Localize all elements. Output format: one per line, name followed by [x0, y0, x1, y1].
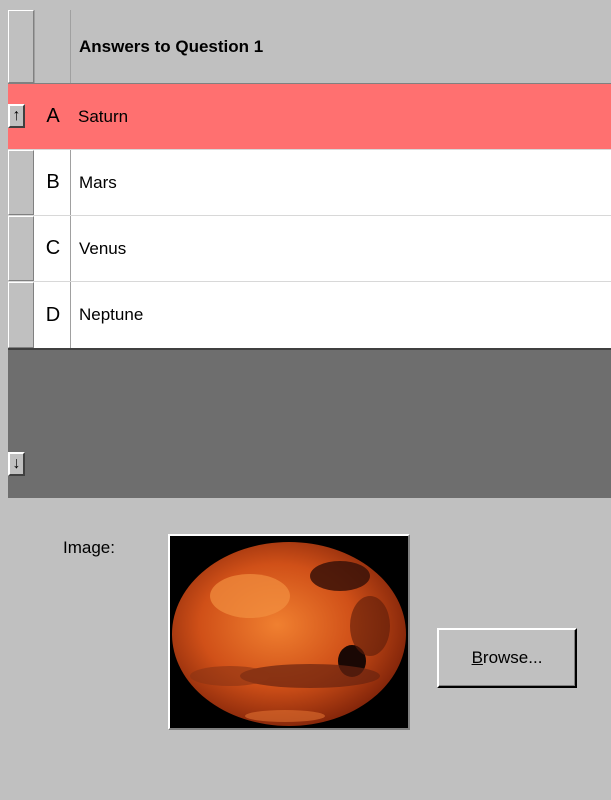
column-header-answers: Answers to Question 1 [70, 10, 611, 83]
header-letter-cell [34, 10, 70, 83]
answer-letter: A [46, 105, 60, 127]
up-arrow-icon: ↑ [12, 107, 21, 124]
move-down-button[interactable]: ↓ [8, 452, 25, 476]
answer-letter: D [45, 303, 61, 326]
row-selector[interactable] [8, 150, 34, 215]
browse-button-label: Browse... [471, 648, 543, 667]
image-frame [168, 534, 410, 730]
table-row[interactable]: B Mars [8, 150, 611, 216]
down-arrow-icon: ↓ [12, 455, 21, 472]
grid-empty-area [8, 350, 611, 498]
answer-letter: C [45, 237, 61, 259]
header-corner-cell [8, 10, 34, 83]
image-label: Image: [63, 538, 115, 557]
answer-text[interactable]: Mars [70, 150, 611, 215]
answer-text[interactable]: Venus [70, 216, 611, 281]
row-selector[interactable] [8, 282, 34, 348]
mars-planet-image [172, 542, 406, 726]
move-up-button[interactable]: ↑ [8, 104, 25, 128]
table-row[interactable]: C Venus [8, 216, 611, 282]
table-row[interactable]: A Saturn [8, 84, 611, 150]
browse-button[interactable]: Browse... [437, 628, 577, 688]
panel-divider [0, 0, 8, 800]
grid-header-row: Answers to Question 1 [8, 10, 611, 84]
table-row[interactable]: D Neptune [8, 282, 611, 350]
answer-text[interactable]: Saturn [70, 84, 611, 149]
answers-grid: Answers to Question 1 A Saturn B Mars C … [8, 10, 611, 350]
answer-text[interactable]: Neptune [70, 282, 611, 348]
row-selector[interactable] [8, 216, 34, 281]
answer-letter: B [46, 171, 60, 193]
